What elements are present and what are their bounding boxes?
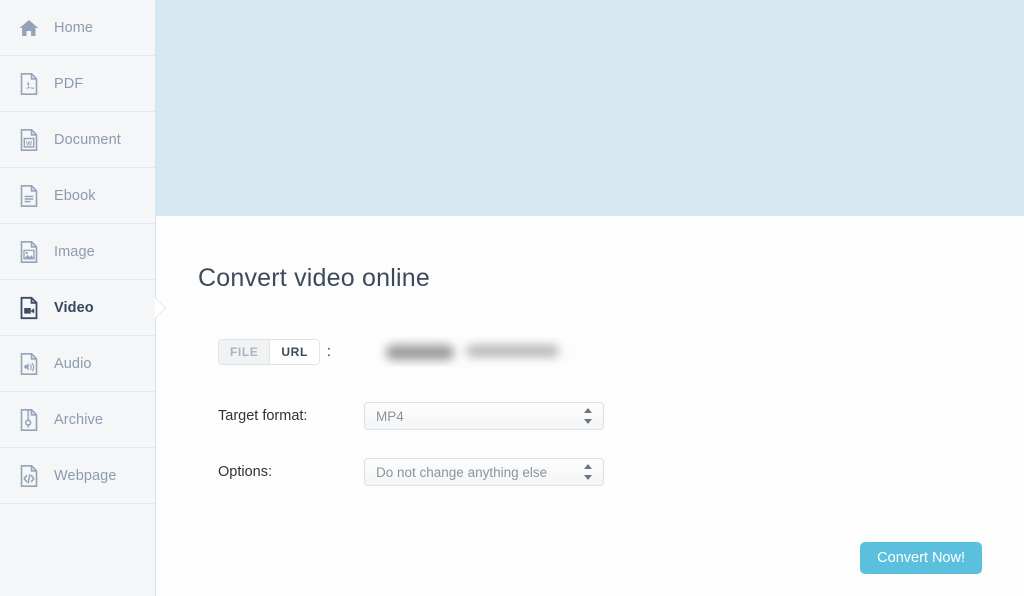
redacted-blur-1 <box>385 345 454 360</box>
sidebar-item-label: Document <box>54 132 121 148</box>
webpage-code-icon <box>18 464 40 488</box>
app-root: Home PDF W Document Ebook Image Video Au… <box>0 0 1024 596</box>
sidebar-item-pdf[interactable]: PDF <box>0 56 155 112</box>
sidebar-item-label: Video <box>54 300 94 316</box>
sidebar-item-label: Audio <box>54 356 92 372</box>
page-title: Convert video online <box>198 264 430 292</box>
converter-panel: Convert video online FILE URL : Target f… <box>156 216 1024 596</box>
main-content: Convert video online FILE URL : Target f… <box>156 0 1024 596</box>
hero-banner <box>156 0 1024 216</box>
sidebar-item-label: Ebook <box>54 188 96 204</box>
video-file-icon <box>18 296 40 320</box>
word-document-icon: W <box>18 128 40 152</box>
source-file-button[interactable]: FILE <box>219 340 271 364</box>
ebook-file-icon <box>18 184 40 208</box>
archive-zip-icon <box>18 408 40 432</box>
image-file-icon <box>18 240 40 264</box>
source-row: FILE URL : <box>198 337 1024 367</box>
audio-file-icon <box>18 352 40 376</box>
sidebar-item-label: Archive <box>54 412 104 428</box>
options-row: Options: Do not change anything else <box>198 457 1024 487</box>
sidebar-item-video[interactable]: Video <box>0 280 165 336</box>
source-colon: : <box>326 344 331 360</box>
home-icon <box>18 16 40 40</box>
active-item-chevron-icon <box>155 298 165 318</box>
sidebar-item-audio[interactable]: Audio <box>0 336 155 392</box>
sidebar-item-image[interactable]: Image <box>0 224 155 280</box>
sidebar-item-label: PDF <box>54 76 84 92</box>
select-stepper-arrows-icon <box>583 408 592 424</box>
options-value: Do not change anything else <box>376 464 548 480</box>
sidebar-item-home[interactable]: Home <box>0 0 155 56</box>
source-url-button[interactable]: URL <box>270 340 319 364</box>
options-select[interactable]: Do not change anything else <box>364 458 604 486</box>
svg-text:W: W <box>26 140 33 147</box>
sidebar-item-document[interactable]: W Document <box>0 112 155 168</box>
target-format-row: Target format: MP4 <box>198 401 1024 431</box>
target-format-label: Target format: <box>218 408 308 424</box>
convert-now-button[interactable]: Convert Now! <box>860 541 982 574</box>
sidebar-item-webpage[interactable]: Webpage <box>0 448 155 504</box>
select-stepper-arrows-icon <box>583 464 592 480</box>
target-format-select[interactable]: MP4 <box>364 402 604 430</box>
redacted-blur-2 <box>465 345 559 357</box>
target-format-value: MP4 <box>376 408 404 424</box>
source-type-toggle[interactable]: FILE URL <box>218 339 320 365</box>
sidebar-item-label: Image <box>54 244 95 260</box>
sidebar: Home PDF W Document Ebook Image Video Au… <box>0 0 165 596</box>
sidebar-item-label: Webpage <box>54 468 117 484</box>
sidebar-item-ebook[interactable]: Ebook <box>0 168 155 224</box>
pdf-file-icon <box>18 72 40 96</box>
sidebar-item-archive[interactable]: Archive <box>0 392 155 448</box>
sidebar-item-label: Home <box>54 20 94 36</box>
options-label: Options: <box>218 464 272 480</box>
url-input-redacted[interactable] <box>375 337 626 367</box>
